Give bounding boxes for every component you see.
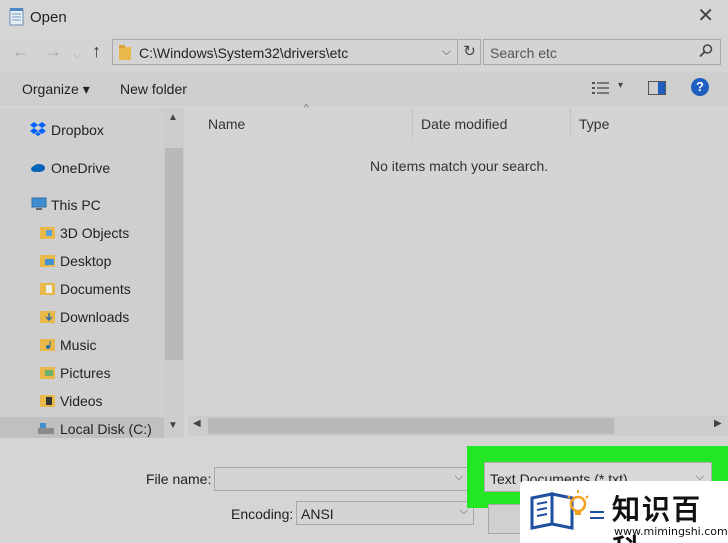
drive-icon	[38, 423, 54, 434]
folder-icon	[40, 367, 55, 379]
watermark: 知识百科 www.mimingshi.com	[520, 481, 728, 543]
nav-item-label: Videos	[60, 393, 103, 409]
computer-icon	[31, 197, 47, 210]
address-path: C:\Windows\System32\drivers\etc	[139, 45, 349, 61]
window-title: Open	[30, 9, 67, 26]
column-header-date-modified[interactable]: Date modified	[413, 108, 570, 138]
nav-item-this-pc[interactable]: This PC	[0, 193, 164, 217]
nav-item-dropbox[interactable]: Dropbox	[0, 118, 164, 142]
file-name-input[interactable]: ⌵	[214, 467, 469, 491]
column-header-type[interactable]: Type	[571, 108, 728, 138]
nav-item-label: This PC	[51, 197, 101, 213]
forward-arrow-icon[interactable]: →	[44, 40, 62, 62]
nav-item-label: Local Disk (C:)	[60, 421, 152, 437]
scroll-thumb[interactable]	[208, 418, 614, 434]
toolbar: Organize ▾ New folder ▾ ?	[0, 72, 728, 106]
sort-arrow-icon: ^	[304, 103, 309, 114]
nav-item-label: 3D Objects	[60, 225, 130, 241]
nav-item-onedrive[interactable]: OneDrive	[0, 156, 164, 180]
scroll-left-icon[interactable]: ◀	[193, 418, 201, 429]
search-input[interactable]: Search etc	[483, 39, 721, 65]
empty-message: No items match your search.	[370, 158, 549, 174]
scroll-up-icon[interactable]: ▲	[168, 112, 178, 123]
view-dropdown-icon[interactable]: ▾	[618, 80, 623, 91]
folder-icon	[40, 227, 55, 239]
encoding-value: ANSI	[301, 506, 334, 522]
folder-icon	[40, 283, 55, 295]
encoding-label: Encoding:	[231, 506, 294, 522]
chevron-down-icon[interactable]: ⌵	[455, 471, 463, 484]
book-bulb-logo-icon	[530, 490, 604, 530]
nav-item-label: OneDrive	[51, 160, 111, 176]
nav-item-label: Pictures	[60, 365, 111, 381]
nav-item-videos[interactable]: Videos	[0, 389, 164, 413]
dropbox-icon	[30, 122, 46, 136]
address-row: ← → ⌵ ↑ C:\Windows\System32\drivers\etc …	[0, 36, 728, 68]
nav-item-desktop[interactable]: Desktop	[0, 249, 164, 273]
close-icon[interactable]: ✕	[697, 6, 714, 26]
navigation-pane: Dropbox OneDrive This PC 3D Objects Desk…	[0, 108, 184, 438]
column-header-label: Date modified	[421, 116, 508, 132]
new-folder-button[interactable]: New folder	[120, 81, 187, 97]
view-details-icon[interactable]	[592, 81, 610, 95]
folder-icon	[40, 395, 55, 407]
column-header-name[interactable]: ^ Name	[188, 103, 412, 138]
notepad-icon	[9, 8, 24, 26]
nav-item-label: Downloads	[60, 309, 130, 325]
nav-item-downloads[interactable]: Downloads	[0, 305, 164, 329]
encoding-select[interactable]: ANSI ⌵	[296, 501, 474, 525]
nav-item-label: Desktop	[60, 253, 112, 269]
folder-icon	[40, 339, 55, 351]
folder-icon	[119, 45, 131, 60]
folder-icon	[40, 255, 55, 267]
refresh-button[interactable]: ↻	[459, 39, 481, 65]
chevron-down-icon[interactable]: ⌵	[442, 44, 451, 59]
column-header-label: Type	[579, 116, 610, 132]
nav-item-music[interactable]: Music	[0, 333, 164, 357]
help-button[interactable]: ?	[691, 78, 709, 96]
preview-pane-icon[interactable]	[648, 81, 666, 95]
address-bar[interactable]: C:\Windows\System32\drivers\etc ⌵	[112, 39, 458, 65]
cloud-icon	[31, 164, 45, 172]
up-arrow-icon[interactable]: ↑	[92, 40, 101, 62]
nav-item-label: Music	[60, 337, 97, 353]
file-list: ^ Name Date modified Type No items match…	[188, 103, 728, 438]
title-bar: Open ✕	[0, 0, 728, 34]
organize-button[interactable]: Organize ▾	[22, 81, 90, 98]
scroll-down-icon[interactable]: ▼	[168, 420, 178, 431]
scroll-right-icon[interactable]: ▶	[714, 418, 722, 429]
nav-item-3d-objects[interactable]: 3D Objects	[0, 221, 164, 245]
nav-scrollbar[interactable]: ▲ ▼	[164, 108, 184, 438]
nav-item-label: Documents	[60, 281, 131, 297]
horizontal-scrollbar[interactable]: ◀ ▶	[188, 416, 728, 436]
search-placeholder: Search etc	[490, 45, 557, 61]
watermark-url: www.mimingshi.com	[614, 525, 728, 538]
nav-item-documents[interactable]: Documents	[0, 277, 164, 301]
back-arrow-icon[interactable]: ←	[12, 40, 30, 62]
folder-icon	[40, 311, 55, 323]
nav-item-local-disk[interactable]: Local Disk (C:)	[0, 417, 164, 438]
nav-item-label: Dropbox	[51, 122, 104, 138]
recent-locations-dropdown-icon[interactable]: ⌵	[73, 44, 81, 66]
nav-item-pictures[interactable]: Pictures	[0, 361, 164, 385]
scroll-thumb[interactable]	[165, 148, 183, 360]
file-name-label: File name:	[146, 471, 212, 487]
column-header-label: Name	[208, 116, 246, 132]
search-icon	[699, 44, 713, 58]
